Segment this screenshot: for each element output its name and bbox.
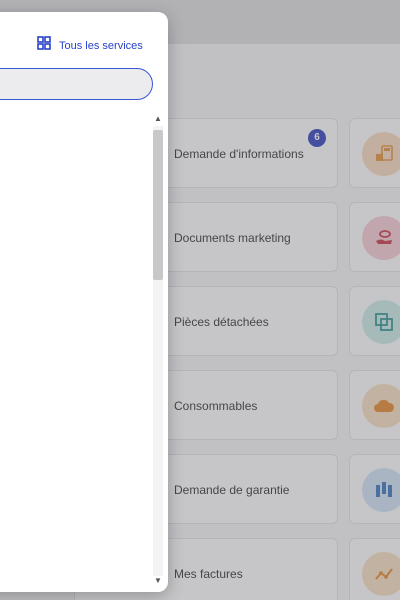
scroll-down-arrow[interactable]: ▼: [153, 576, 163, 586]
scroll-thumb[interactable]: [153, 130, 163, 280]
grid-icon: [37, 36, 51, 55]
all-services-label: Tous les services: [59, 39, 143, 52]
all-services-link[interactable]: Tous les services: [37, 36, 143, 55]
scroll-up-arrow[interactable]: ▲: [153, 114, 163, 124]
search-input[interactable]: [0, 68, 153, 100]
services-panel: Tous les services ▲ ▼: [0, 12, 168, 592]
panel-scrollbar[interactable]: ▲ ▼: [150, 114, 164, 590]
